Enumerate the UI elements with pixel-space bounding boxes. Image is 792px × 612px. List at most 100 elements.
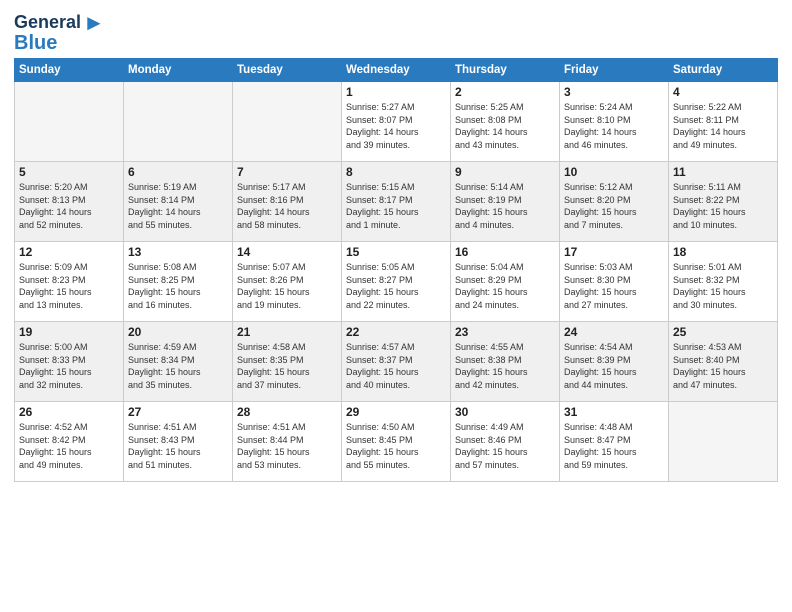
calendar-day-cell <box>124 82 233 162</box>
day-info: Sunrise: 5:01 AMSunset: 8:32 PMDaylight:… <box>673 261 773 311</box>
calendar-day-cell <box>233 82 342 162</box>
day-number: 29 <box>346 405 446 419</box>
day-info: Sunrise: 5:09 AMSunset: 8:23 PMDaylight:… <box>19 261 119 311</box>
day-number: 28 <box>237 405 337 419</box>
day-number: 24 <box>564 325 664 339</box>
calendar-week-row: 26 Sunrise: 4:52 AMSunset: 8:42 PMDayligh… <box>15 402 778 482</box>
calendar-day-cell: 8 Sunrise: 5:15 AMSunset: 8:17 PMDaylight… <box>342 162 451 242</box>
calendar-day-cell: 2 Sunrise: 5:25 AMSunset: 8:08 PMDaylight… <box>451 82 560 162</box>
calendar-day-cell: 22 Sunrise: 4:57 AMSunset: 8:37 PMDayligh… <box>342 322 451 402</box>
day-info: Sunrise: 5:24 AMSunset: 8:10 PMDaylight:… <box>564 101 664 151</box>
calendar-day-cell: 28 Sunrise: 4:51 AMSunset: 8:44 PMDayligh… <box>233 402 342 482</box>
day-info: Sunrise: 4:55 AMSunset: 8:38 PMDaylight:… <box>455 341 555 391</box>
day-number: 1 <box>346 85 446 99</box>
day-info: Sunrise: 5:08 AMSunset: 8:25 PMDaylight:… <box>128 261 228 311</box>
day-info: Sunrise: 5:11 AMSunset: 8:22 PMDaylight:… <box>673 181 773 231</box>
calendar-day-cell: 3 Sunrise: 5:24 AMSunset: 8:10 PMDaylight… <box>560 82 669 162</box>
day-number: 22 <box>346 325 446 339</box>
day-number: 27 <box>128 405 228 419</box>
day-info: Sunrise: 4:54 AMSunset: 8:39 PMDaylight:… <box>564 341 664 391</box>
day-number: 3 <box>564 85 664 99</box>
day-of-week-header: Monday <box>124 59 233 82</box>
day-info: Sunrise: 5:15 AMSunset: 8:17 PMDaylight:… <box>346 181 446 231</box>
day-number: 15 <box>346 245 446 259</box>
day-info: Sunrise: 4:57 AMSunset: 8:37 PMDaylight:… <box>346 341 446 391</box>
day-number: 25 <box>673 325 773 339</box>
calendar-day-cell: 10 Sunrise: 5:12 AMSunset: 8:20 PMDayligh… <box>560 162 669 242</box>
calendar-day-cell: 12 Sunrise: 5:09 AMSunset: 8:23 PMDayligh… <box>15 242 124 322</box>
day-number: 5 <box>19 165 119 179</box>
day-info: Sunrise: 4:59 AMSunset: 8:34 PMDaylight:… <box>128 341 228 391</box>
calendar-day-cell: 4 Sunrise: 5:22 AMSunset: 8:11 PMDaylight… <box>669 82 778 162</box>
calendar-day-cell: 17Sunrise: 5:03 AMSunset: 8:30 PMDayligh… <box>560 242 669 322</box>
day-number: 8 <box>346 165 446 179</box>
day-info: Sunrise: 5:14 AMSunset: 8:19 PMDaylight:… <box>455 181 555 231</box>
day-info: Sunrise: 5:07 AMSunset: 8:26 PMDaylight:… <box>237 261 337 311</box>
day-info: Sunrise: 4:48 AMSunset: 8:47 PMDaylight:… <box>564 421 664 471</box>
logo-text-blue: Blue <box>14 32 57 54</box>
day-info: Sunrise: 5:25 AMSunset: 8:08 PMDaylight:… <box>455 101 555 151</box>
calendar-day-cell: 15 Sunrise: 5:05 AMSunset: 8:27 PMDayligh… <box>342 242 451 322</box>
calendar-day-cell <box>669 402 778 482</box>
calendar-day-cell: 11 Sunrise: 5:11 AMSunset: 8:22 PMDayligh… <box>669 162 778 242</box>
day-info: Sunrise: 5:22 AMSunset: 8:11 PMDaylight:… <box>673 101 773 151</box>
day-number: 14 <box>237 245 337 259</box>
calendar-table: SundayMondayTuesdayWednesdayThursdayFrid… <box>14 58 778 482</box>
calendar-day-cell: 29 Sunrise: 4:50 AMSunset: 8:45 PMDayligh… <box>342 402 451 482</box>
day-info: Sunrise: 4:58 AMSunset: 8:35 PMDaylight:… <box>237 341 337 391</box>
calendar-week-row: 19 Sunrise: 5:00 AMSunset: 8:33 PMDayligh… <box>15 322 778 402</box>
day-number: 21 <box>237 325 337 339</box>
day-info: Sunrise: 4:53 AMSunset: 8:40 PMDaylight:… <box>673 341 773 391</box>
day-number: 18 <box>673 245 773 259</box>
calendar-day-cell: 20 Sunrise: 4:59 AMSunset: 8:34 PMDayligh… <box>124 322 233 402</box>
day-number: 12 <box>19 245 119 259</box>
day-number: 11 <box>673 165 773 179</box>
day-info: Sunrise: 5:27 AMSunset: 8:07 PMDaylight:… <box>346 101 446 151</box>
day-number: 10 <box>564 165 664 179</box>
day-info: Sunrise: 5:05 AMSunset: 8:27 PMDaylight:… <box>346 261 446 311</box>
day-number: 2 <box>455 85 555 99</box>
calendar-day-cell: 23 Sunrise: 4:55 AMSunset: 8:38 PMDayligh… <box>451 322 560 402</box>
day-info: Sunrise: 4:51 AMSunset: 8:44 PMDaylight:… <box>237 421 337 471</box>
calendar-day-cell <box>15 82 124 162</box>
day-number: 20 <box>128 325 228 339</box>
day-number: 16 <box>455 245 555 259</box>
page-container: General ► Blue SundayMondayTuesdayWednes… <box>0 0 792 488</box>
calendar-day-cell: 27Sunrise: 4:51 AMSunset: 8:43 PMDayligh… <box>124 402 233 482</box>
day-number: 19 <box>19 325 119 339</box>
logo: General ► Blue <box>14 10 105 54</box>
day-info: Sunrise: 5:12 AMSunset: 8:20 PMDaylight:… <box>564 181 664 231</box>
header: General ► Blue <box>14 10 778 54</box>
day-info: Sunrise: 4:52 AMSunset: 8:42 PMDaylight:… <box>19 421 119 471</box>
calendar-day-cell: 25 Sunrise: 4:53 AMSunset: 8:40 PMDayligh… <box>669 322 778 402</box>
calendar-day-cell: 19 Sunrise: 5:00 AMSunset: 8:33 PMDayligh… <box>15 322 124 402</box>
day-of-week-header: Sunday <box>15 59 124 82</box>
day-number: 4 <box>673 85 773 99</box>
calendar-header-row: SundayMondayTuesdayWednesdayThursdayFrid… <box>15 59 778 82</box>
day-info: Sunrise: 5:19 AMSunset: 8:14 PMDaylight:… <box>128 181 228 231</box>
day-of-week-header: Thursday <box>451 59 560 82</box>
day-info: Sunrise: 5:00 AMSunset: 8:33 PMDaylight:… <box>19 341 119 391</box>
day-info: Sunrise: 5:03 AMSunset: 8:30 PMDaylight:… <box>564 261 664 311</box>
day-number: 13 <box>128 245 228 259</box>
day-of-week-header: Tuesday <box>233 59 342 82</box>
day-of-week-header: Wednesday <box>342 59 451 82</box>
calendar-day-cell: 5Sunrise: 5:20 AMSunset: 8:13 PMDaylight… <box>15 162 124 242</box>
calendar-day-cell: 31Sunrise: 4:48 AMSunset: 8:47 PMDayligh… <box>560 402 669 482</box>
day-number: 26 <box>19 405 119 419</box>
calendar-day-cell: 21 Sunrise: 4:58 AMSunset: 8:35 PMDayligh… <box>233 322 342 402</box>
calendar-day-cell: 14 Sunrise: 5:07 AMSunset: 8:26 PMDayligh… <box>233 242 342 322</box>
calendar-day-cell: 26 Sunrise: 4:52 AMSunset: 8:42 PMDayligh… <box>15 402 124 482</box>
calendar-day-cell: 13 Sunrise: 5:08 AMSunset: 8:25 PMDayligh… <box>124 242 233 322</box>
logo-text-general: General <box>14 13 81 33</box>
day-info: Sunrise: 4:50 AMSunset: 8:45 PMDaylight:… <box>346 421 446 471</box>
calendar-week-row: 5Sunrise: 5:20 AMSunset: 8:13 PMDaylight… <box>15 162 778 242</box>
calendar-day-cell: 1 Sunrise: 5:27 AMSunset: 8:07 PMDaylight… <box>342 82 451 162</box>
day-info: Sunrise: 5:17 AMSunset: 8:16 PMDaylight:… <box>237 181 337 231</box>
day-info: Sunrise: 4:49 AMSunset: 8:46 PMDaylight:… <box>455 421 555 471</box>
day-number: 6 <box>128 165 228 179</box>
day-of-week-header: Friday <box>560 59 669 82</box>
day-number: 23 <box>455 325 555 339</box>
calendar-day-cell: 18 Sunrise: 5:01 AMSunset: 8:32 PMDayligh… <box>669 242 778 322</box>
day-of-week-header: Saturday <box>669 59 778 82</box>
